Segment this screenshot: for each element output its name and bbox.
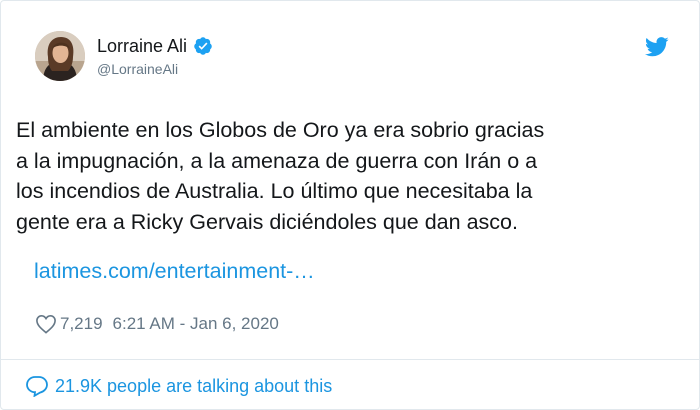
speech-bubble-icon — [26, 376, 48, 397]
tweet-text-line: los incendios de Australia. Lo último qu… — [16, 179, 533, 203]
like-count[interactable]: 7,219 — [60, 313, 103, 335]
tweet-text-line: a la impugnación, a la amenaza de guerra… — [16, 148, 538, 173]
tweet-text-line: El ambiente en los Globos de Oro ya era … — [16, 118, 545, 142]
tweet-card: Lorraine Ali @LorraineAli El ambiente en… — [0, 0, 700, 410]
conversation-link[interactable]: 21.9K people are talking about this — [25, 374, 332, 398]
author-name-row[interactable]: Lorraine Ali — [97, 35, 213, 57]
conversation-count-label[interactable]: 21.9K people are talking about this — [55, 374, 332, 398]
author-display-name[interactable]: Lorraine Ali — [97, 35, 187, 57]
article-link[interactable]: latimes.com/entertainment-… — [34, 257, 315, 285]
tweet-text: El ambiente en los Globos de Oro ya era … — [16, 115, 696, 237]
author-handle[interactable]: @LorraineAli — [97, 60, 178, 78]
tweet-timestamp[interactable]: 6:21 AM - Jan 6, 2020 — [113, 313, 279, 335]
avatar[interactable] — [35, 31, 85, 81]
twitter-bird-icon[interactable] — [645, 37, 669, 57]
profile-photo — [35, 31, 85, 81]
heart-icon[interactable] — [35, 314, 57, 334]
verified-badge-icon — [194, 37, 212, 55]
tweet-text-line: gente era a Ricky Gervais diciéndoles qu… — [16, 209, 518, 234]
divider — [1, 359, 699, 360]
tweet-meta: 7,219 6:21 AM - Jan 6, 2020 — [35, 313, 279, 335]
